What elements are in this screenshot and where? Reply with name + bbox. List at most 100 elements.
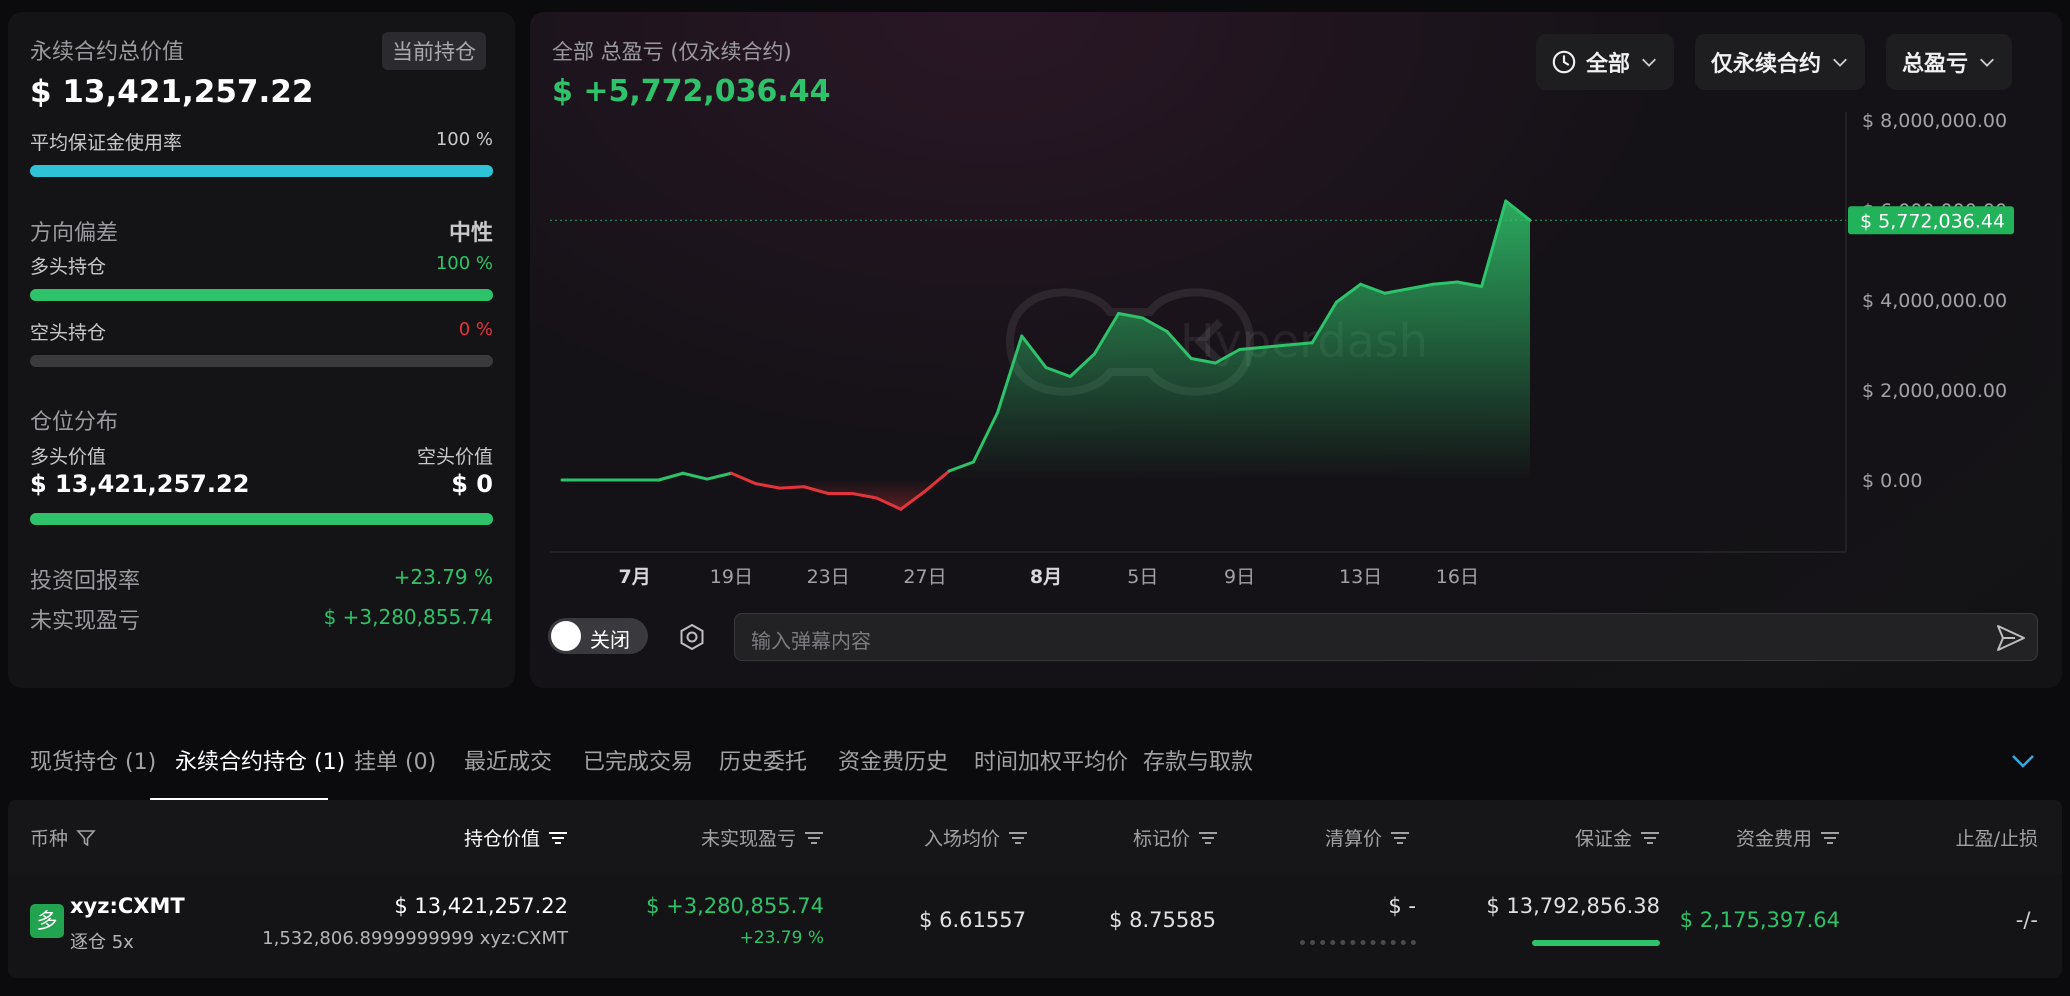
sort-icon xyxy=(549,831,567,844)
tab-2[interactable]: 挂单 (0) xyxy=(354,744,436,776)
distribution-label: 仓位分布 xyxy=(30,410,119,435)
long-value-label: 多头价值 xyxy=(30,446,107,468)
tab-4[interactable]: 已完成交易 xyxy=(583,744,693,776)
x-tick-label: 5日 xyxy=(1127,566,1158,588)
th-coin-label: 币种 xyxy=(30,828,69,850)
long-position-value: 100 % xyxy=(435,253,493,274)
summary-panel: 永续合约总价值 当前持仓 $ 13,421,257.22 平均保证金使用率 10… xyxy=(8,12,515,688)
short-position-bar xyxy=(30,355,493,367)
th-margin[interactable]: 保证金 xyxy=(1575,824,1660,851)
entry-price-cell: $ 6.61557 xyxy=(919,908,1026,932)
th-tpsl-label: 止盈/止损 xyxy=(1955,828,2038,850)
upnl-label: 未实现盈亏 xyxy=(30,609,141,634)
long-position-bar xyxy=(30,289,493,301)
upnl-value: $ +3,280,855.74 xyxy=(323,605,493,629)
th-liq-price[interactable]: 清算价 xyxy=(1325,824,1410,851)
tab-6[interactable]: 资金费历史 xyxy=(838,744,948,776)
roi-value: +23.79 % xyxy=(393,565,493,589)
sort-icon xyxy=(1009,831,1027,844)
tab-7[interactable]: 时间加权平均价 xyxy=(974,744,1128,776)
danmaku-input[interactable]: 输入弹幕内容 xyxy=(734,613,2038,661)
x-tick-label: 19日 xyxy=(710,566,753,588)
current-position-chip[interactable]: 当前持仓 xyxy=(382,32,486,70)
tpsl-cell[interactable]: -/- xyxy=(2016,908,2038,932)
bias-value: 中性 xyxy=(448,221,493,246)
long-position-label: 多头持仓 xyxy=(30,256,107,278)
sort-icon xyxy=(1641,831,1659,844)
funding-cell: $ 2,175,397.64 xyxy=(1679,908,1840,932)
danmaku-toggle-label: 关闭 xyxy=(590,628,630,652)
perp-positions-table: 币种 持仓价值 未实现盈亏 入场均价 标记价 清算价 保证金 资金费用 止盈/止… xyxy=(8,800,2062,978)
collapse-chevron-icon[interactable] xyxy=(2010,752,2036,774)
short-position-label: 空头持仓 xyxy=(30,322,107,344)
tab-1[interactable]: 永续合约持仓 (1) xyxy=(175,744,345,776)
th-upnl-label: 未实现盈亏 xyxy=(700,828,796,850)
tab-0[interactable]: 现货持仓 (1) xyxy=(30,744,156,776)
margin-usage-fill xyxy=(30,165,493,177)
pnl-area-chart: Hyperdash $ 0.00$ 2,000,000.00$ 4,000,00… xyxy=(550,110,2014,588)
x-tick-label: 23日 xyxy=(807,566,850,588)
table-row[interactable]: 多 xyz:CXMT 逐仓 5x $ 13,421,257.22 1,532,8… xyxy=(8,874,2062,974)
pnl-chart-panel: 全部 总盈亏 (仅永续合约) $ +5,772,036.44 全部 仅永续合约 … xyxy=(530,12,2062,688)
danmaku-toggle[interactable]: 关闭 xyxy=(548,618,648,654)
liq-distance-bar xyxy=(1300,940,1416,945)
toggle-knob xyxy=(551,621,581,651)
th-entry-price[interactable]: 入场均价 xyxy=(924,824,1028,851)
filter-icon xyxy=(76,829,96,846)
long-position-fill xyxy=(30,289,493,301)
short-amount: $ 0 xyxy=(451,470,493,498)
mark-price-cell: $ 8.75585 xyxy=(1109,908,1216,932)
x-tick-label: 27日 xyxy=(903,566,946,588)
th-upnl[interactable]: 未实现盈亏 xyxy=(701,824,824,851)
bias-label: 方向偏差 xyxy=(30,221,119,246)
margin-usage-value: 100 % xyxy=(435,129,493,150)
sort-icon xyxy=(1199,831,1217,844)
th-funding[interactable]: 资金费用 xyxy=(1736,824,1840,851)
margin-cell: $ 13,792,856.38 xyxy=(1486,894,1660,918)
distribution-bar xyxy=(30,513,493,525)
x-tick-label: 16日 xyxy=(1436,566,1479,588)
liq-price-cell: $ - xyxy=(1388,894,1416,918)
danmaku-input-placeholder: 输入弹幕内容 xyxy=(751,629,871,653)
sort-icon xyxy=(1821,831,1839,844)
current-value-label: $ 5,772,036.44 xyxy=(1860,210,2005,232)
positions-tab-bar: 现货持仓 (1) 永续合约持仓 (1) 挂单 (0) 最近成交 已完成交易 历史委托 资金费… xyxy=(8,730,2062,800)
th-funding-label: 资金费用 xyxy=(1735,828,1812,850)
margin-usage-bar xyxy=(30,165,493,177)
pnl-area-fill xyxy=(562,201,1530,480)
total-value: $ 13,421,257.22 xyxy=(30,74,314,110)
total-value-title: 永续合约总价值 xyxy=(30,40,185,65)
margin-mode: 逐仓 5x xyxy=(70,932,134,953)
tab-5[interactable]: 历史委托 xyxy=(719,744,807,776)
short-value-label: 空头价值 xyxy=(416,446,493,468)
margin-usage-label: 平均保证金使用率 xyxy=(30,132,183,154)
pnl-negative-area xyxy=(562,480,1530,510)
th-tpsl: 止盈/止损 xyxy=(1956,824,2038,851)
pnl-line-segment xyxy=(778,485,806,490)
coin-name[interactable]: xyz:CXMT xyxy=(70,894,185,918)
th-position-value-label: 持仓价值 xyxy=(463,828,540,850)
th-liq-label: 清算价 xyxy=(1324,828,1382,850)
y-tick-label: $ 0.00 xyxy=(1862,470,1922,492)
th-coin[interactable]: 币种 xyxy=(30,824,96,851)
upnl-cell: $ +3,280,855.74 xyxy=(646,894,824,918)
distribution-long-fill xyxy=(30,513,493,525)
x-tick-label: 8月 xyxy=(1030,566,1062,588)
th-mark-price[interactable]: 标记价 xyxy=(1133,824,1218,851)
tab-8[interactable]: 存款与取款 xyxy=(1143,744,1253,776)
y-tick-label: $ 2,000,000.00 xyxy=(1862,380,2007,402)
th-position-value[interactable]: 持仓价值 xyxy=(464,824,568,851)
th-mark-label: 标记价 xyxy=(1132,828,1190,850)
th-entry-label: 入场均价 xyxy=(923,828,1000,850)
y-tick-label: $ 4,000,000.00 xyxy=(1862,290,2007,312)
roi-label: 投资回报率 xyxy=(30,569,141,594)
sort-icon xyxy=(1391,831,1409,844)
position-value: $ 13,421,257.22 xyxy=(394,894,568,918)
settings-hexagon-icon[interactable] xyxy=(677,622,707,652)
margin-level-bar xyxy=(1532,940,1660,946)
y-tick-label: $ 8,000,000.00 xyxy=(1862,110,2007,132)
tab-3[interactable]: 最近成交 xyxy=(464,744,552,776)
send-icon[interactable] xyxy=(1995,623,2027,653)
position-size: 1,532,806.8999999999 xyz:CXMT xyxy=(262,928,568,949)
th-margin-label: 保证金 xyxy=(1574,828,1632,850)
